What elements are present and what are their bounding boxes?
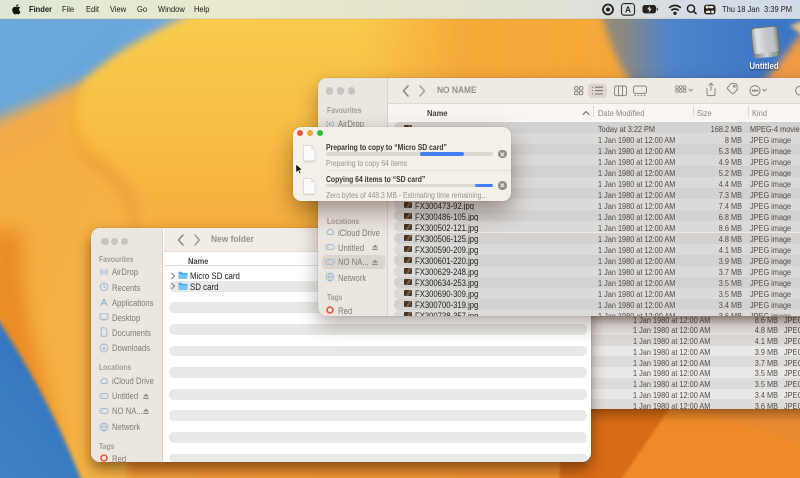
svg-text:A: A	[625, 5, 631, 15]
